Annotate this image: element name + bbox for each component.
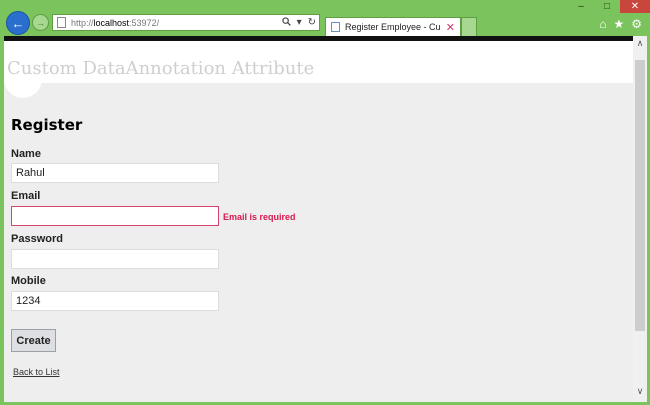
search-icon[interactable] — [279, 16, 294, 29]
refresh-icon[interactable]: ↻ — [305, 17, 319, 28]
forward-arrow-icon: → — [36, 17, 45, 28]
close-window-button[interactable]: ✕ — [620, 0, 650, 13]
maximize-button[interactable]: □ — [594, 0, 620, 13]
settings-icon[interactable]: ⚙ — [631, 17, 642, 31]
browser-toolbar: ⌂ ★ ⚙ — [599, 17, 642, 31]
back-arrow-icon: ← — [11, 15, 25, 31]
address-bar[interactable]: http://localhost:53972/ ▾ ↻ — [52, 14, 320, 31]
minimize-button[interactable]: – — [568, 0, 594, 13]
page-favicon-icon — [331, 22, 340, 32]
window-controls: – □ ✕ — [568, 0, 650, 13]
email-label: Email — [11, 190, 41, 202]
mobile-input[interactable] — [11, 291, 219, 311]
scroll-down-icon[interactable]: ∨ — [633, 384, 647, 398]
dropdown-icon[interactable]: ▾ — [294, 17, 305, 28]
back-button[interactable]: ← — [6, 11, 30, 35]
email-error-message: Email is required — [223, 212, 296, 222]
name-input[interactable] — [11, 163, 219, 183]
tab-close-icon[interactable]: ✕ — [441, 21, 460, 34]
page-icon — [57, 17, 66, 28]
page-title: Register — [11, 116, 83, 134]
scroll-up-icon[interactable]: ∧ — [633, 36, 647, 50]
password-label: Password — [11, 233, 63, 245]
header-decoration — [4, 76, 42, 98]
create-button[interactable]: Create — [11, 329, 56, 352]
back-to-list-link[interactable]: Back to List — [13, 367, 60, 377]
home-icon[interactable]: ⌂ — [599, 17, 606, 31]
site-title: Custom DataAnnotation Attribute — [7, 58, 315, 79]
mobile-label: Mobile — [11, 275, 46, 287]
tab-title: Register Employee - Custo... — [345, 22, 441, 32]
page-viewport: Custom DataAnnotation Attribute Register… — [4, 36, 633, 402]
new-tab-button[interactable] — [461, 17, 477, 36]
browser-tab[interactable]: Register Employee - Custo... ✕ — [325, 17, 461, 36]
favorites-icon[interactable]: ★ — [613, 17, 624, 31]
forward-button[interactable]: → — [32, 14, 49, 31]
email-input[interactable] — [11, 206, 219, 226]
vertical-scrollbar[interactable]: ∧ ∨ — [633, 36, 647, 402]
scroll-thumb[interactable] — [635, 60, 645, 331]
name-label: Name — [11, 148, 41, 160]
password-input[interactable] — [11, 249, 219, 269]
url-text[interactable]: http://localhost:53972/ — [71, 18, 279, 28]
